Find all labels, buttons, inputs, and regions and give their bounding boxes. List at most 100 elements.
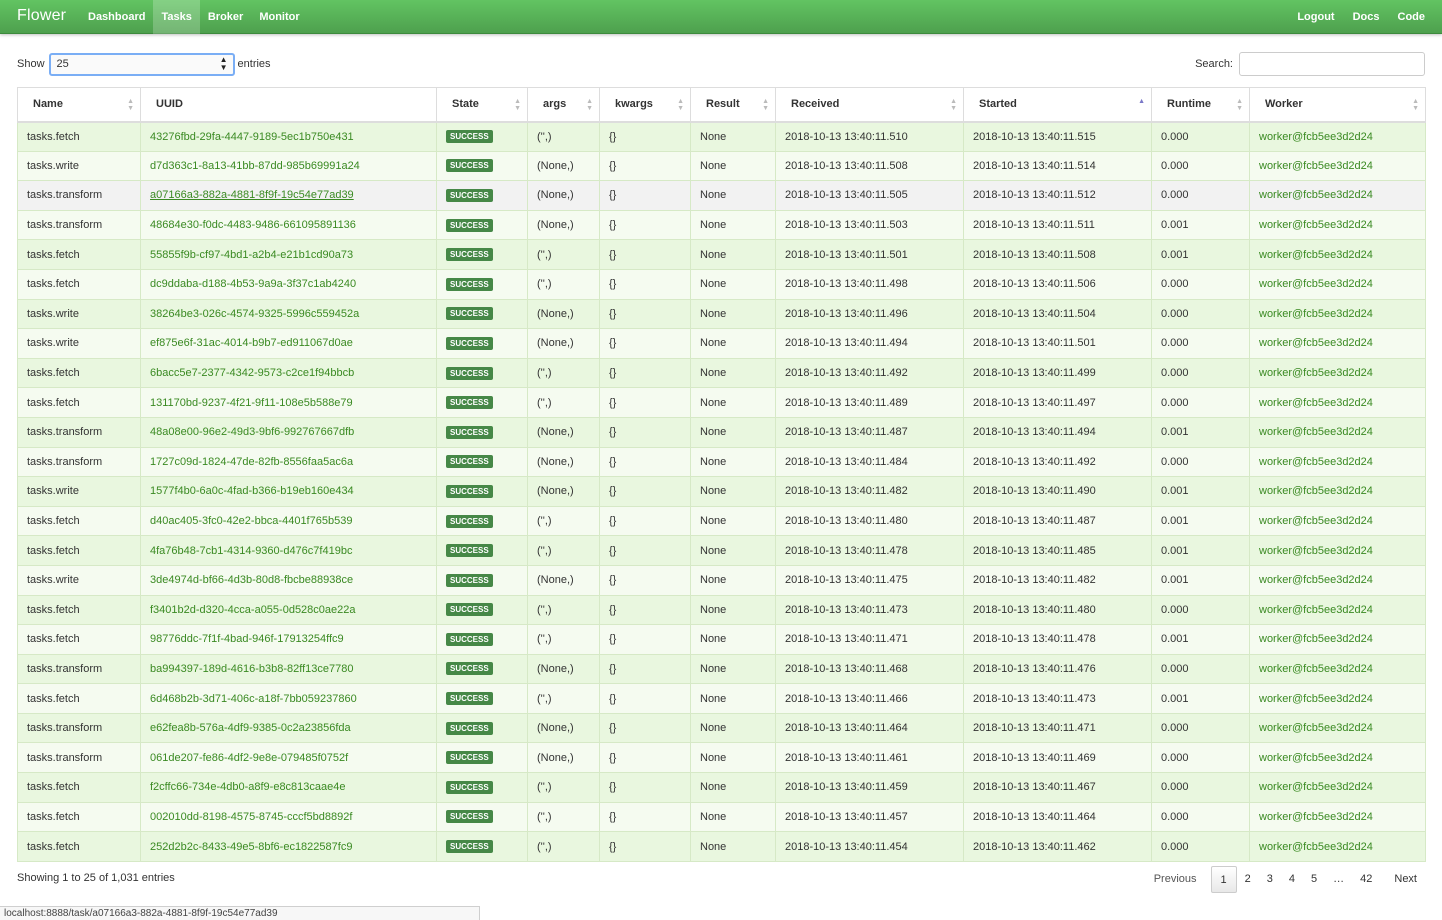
task-uuid-link[interactable]: f3401b2d-d320-4cca-a055-0d528c0ae22a <box>140 594 437 626</box>
search-input[interactable] <box>1239 52 1425 76</box>
table-row[interactable]: tasks.write ef875e6f-31ac-4014-b9b7-ed911… <box>17 328 1426 359</box>
task-uuid-link[interactable]: a07166a3-882a-4881-8f9f-19c54e77ad39 <box>140 180 437 211</box>
column-header-kwargs[interactable]: kwargs ▲ ▼ <box>599 87 691 123</box>
task-uuid-link[interactable]: 98776ddc-7f1f-4bad-946f-17913254ffc9 <box>140 624 437 655</box>
table-row[interactable]: tasks.transform 48684e30-f0dc-4483-9486-6… <box>17 209 1426 241</box>
table-row[interactable]: tasks.fetch 98776ddc-7f1f-4bad-946f-17913… <box>17 624 1426 655</box>
table-row[interactable]: tasks.fetch 131170bd-9237-4f21-9f11-108e5… <box>17 387 1426 418</box>
table-row[interactable]: tasks.transform e62fea8b-576a-4df9-9385-0… <box>17 712 1426 744</box>
task-worker-link[interactable]: worker@fcb5ee3d2d24 <box>1249 239 1426 270</box>
nav-docs[interactable]: Docs <box>1344 0 1389 34</box>
task-worker-link[interactable]: worker@fcb5ee3d2d24 <box>1249 268 1426 300</box>
task-worker-link[interactable]: worker@fcb5ee3d2d24 <box>1249 121 1426 152</box>
column-header-received[interactable]: Received ▲ ▼ <box>775 87 964 123</box>
table-row[interactable]: tasks.write d7d363c1-8a13-41bb-87dd-985b6… <box>17 150 1426 182</box>
table-row[interactable]: tasks.transform 061de207-fe86-4df2-9e8e-0… <box>17 742 1426 774</box>
task-uuid-link[interactable]: 48684e30-f0dc-4483-9486-661095891136 <box>140 209 437 241</box>
nav-tasks[interactable]: Tasks <box>153 0 200 34</box>
task-worker-link[interactable]: worker@fcb5ee3d2d24 <box>1249 742 1426 774</box>
task-worker-link[interactable]: worker@fcb5ee3d2d24 <box>1249 683 1426 714</box>
table-row[interactable]: tasks.write 3de4974d-bf66-4d3b-80d8-fbcbe… <box>17 564 1426 596</box>
task-worker-link[interactable]: worker@fcb5ee3d2d24 <box>1249 180 1426 211</box>
task-uuid-link[interactable]: 061de207-fe86-4df2-9e8e-079485f0752f <box>140 742 437 774</box>
pagination-next[interactable]: Next <box>1386 866 1425 893</box>
column-header-name[interactable]: Name ▲ ▼ <box>17 87 141 123</box>
task-uuid-link[interactable]: 43276fbd-29fa-4447-9189-5ec1b750e431 <box>140 121 437 152</box>
table-row[interactable]: tasks.fetch dc9ddaba-d188-4b53-9a9a-3f37c… <box>17 268 1426 300</box>
table-row[interactable]: tasks.write 38264be3-026c-4574-9325-5996c… <box>17 298 1426 330</box>
entries-per-page-select[interactable]: 25 ▲ ▼ <box>48 52 235 76</box>
table-row[interactable]: tasks.fetch 6d468b2b-3d71-406c-a18f-7bb05… <box>17 683 1426 714</box>
task-uuid-link[interactable]: 55855f9b-cf97-4bd1-a2b4-e21b1cd90a73 <box>140 239 437 270</box>
nav-monitor[interactable]: Monitor <box>251 0 307 34</box>
nav-code[interactable]: Code <box>1389 0 1435 34</box>
task-uuid-link[interactable]: ef875e6f-31ac-4014-b9b7-ed911067d0ae <box>140 328 437 359</box>
task-uuid-link[interactable]: 1727c09d-1824-47de-82fb-8556faa5ac6a <box>140 446 437 478</box>
table-row[interactable]: tasks.fetch 252d2b2c-8433-49e5-8bf6-ec182… <box>17 831 1426 862</box>
column-header-started[interactable]: Started ▲ <box>963 87 1152 123</box>
task-worker-link[interactable]: worker@fcb5ee3d2d24 <box>1249 801 1426 833</box>
task-worker-link[interactable]: worker@fcb5ee3d2d24 <box>1249 476 1426 507</box>
table-row[interactable]: tasks.transform a07166a3-882a-4881-8f9f-1… <box>17 180 1426 211</box>
task-uuid-link[interactable]: 3de4974d-bf66-4d3b-80d8-fbcbe88938ce <box>140 564 437 596</box>
task-worker-link[interactable]: worker@fcb5ee3d2d24 <box>1249 831 1426 862</box>
pagination-page-3[interactable]: 3 <box>1259 866 1281 893</box>
task-uuid-link[interactable]: 4fa76b48-7cb1-4314-9360-d476c7f419bc <box>140 535 437 566</box>
task-uuid-link[interactable]: d40ac405-3fc0-42e2-bbca-4401f765b539 <box>140 505 437 537</box>
task-uuid-link[interactable]: f2cffc66-734e-4db0-a8f9-e8c813caae4e <box>140 772 437 803</box>
table-row[interactable]: tasks.fetch f3401b2d-d320-4cca-a055-0d528… <box>17 594 1426 626</box>
task-uuid-link[interactable]: 002010dd-8198-4575-8745-cccf5bd8892f <box>140 801 437 833</box>
pagination-page-5[interactable]: 5 <box>1303 866 1325 893</box>
table-row[interactable]: tasks.transform 1727c09d-1824-47de-82fb-8… <box>17 446 1426 478</box>
task-uuid-link[interactable]: ba994397-189d-4616-b3b8-82ff13ce7780 <box>140 653 437 685</box>
nav-logout[interactable]: Logout <box>1288 0 1343 34</box>
task-uuid-link[interactable]: 6bacc5e7-2377-4342-9573-c2ce1f94bbcb <box>140 357 437 389</box>
task-worker-link[interactable]: worker@fcb5ee3d2d24 <box>1249 357 1426 389</box>
task-worker-link[interactable]: worker@fcb5ee3d2d24 <box>1249 772 1426 803</box>
task-worker-link[interactable]: worker@fcb5ee3d2d24 <box>1249 505 1426 537</box>
column-header-uuid[interactable]: UUID <box>140 87 437 123</box>
nav-broker[interactable]: Broker <box>200 0 251 34</box>
task-worker-link[interactable]: worker@fcb5ee3d2d24 <box>1249 653 1426 685</box>
pagination-previous[interactable]: Previous <box>1146 866 1205 893</box>
pagination-page-4[interactable]: 4 <box>1281 866 1303 893</box>
task-worker-link[interactable]: worker@fcb5ee3d2d24 <box>1249 328 1426 359</box>
column-header-worker[interactable]: Worker ▲ ▼ <box>1249 87 1426 123</box>
brand-logo[interactable]: Flower <box>17 7 66 25</box>
task-worker-link[interactable]: worker@fcb5ee3d2d24 <box>1249 387 1426 418</box>
task-uuid-link[interactable]: 38264be3-026c-4574-9325-5996c559452a <box>140 298 437 330</box>
task-worker-link[interactable]: worker@fcb5ee3d2d24 <box>1249 624 1426 655</box>
table-row[interactable]: tasks.transform 48a08e00-96e2-49d3-9bf6-9… <box>17 416 1426 448</box>
nav-dashboard[interactable]: Dashboard <box>80 0 153 34</box>
pagination-page-1[interactable]: 1 <box>1210 866 1237 893</box>
pagination-page-2[interactable]: 2 <box>1237 866 1259 893</box>
task-worker-link[interactable]: worker@fcb5ee3d2d24 <box>1249 209 1426 241</box>
task-uuid-link[interactable]: d7d363c1-8a13-41bb-87dd-985b69991a24 <box>140 150 437 182</box>
table-row[interactable]: tasks.fetch 43276fbd-29fa-4447-9189-5ec1b… <box>17 121 1426 152</box>
column-header-runtime[interactable]: Runtime ▲ ▼ <box>1151 87 1250 123</box>
task-worker-link[interactable]: worker@fcb5ee3d2d24 <box>1249 594 1426 626</box>
task-uuid-link[interactable]: 6d468b2b-3d71-406c-a18f-7bb059237860 <box>140 683 437 714</box>
task-worker-link[interactable]: worker@fcb5ee3d2d24 <box>1249 150 1426 182</box>
task-uuid-link[interactable]: 131170bd-9237-4f21-9f11-108e5b588e79 <box>140 387 437 418</box>
column-header-result[interactable]: Result ▲ ▼ <box>690 87 776 123</box>
task-uuid-link[interactable]: 1577f4b0-6a0c-4fad-b366-b19eb160e434 <box>140 476 437 507</box>
task-uuid-link[interactable]: 252d2b2c-8433-49e5-8bf6-ec1822587fc9 <box>140 831 437 862</box>
table-row[interactable]: tasks.fetch 4fa76b48-7cb1-4314-9360-d476c… <box>17 535 1426 566</box>
table-row[interactable]: tasks.transform ba994397-189d-4616-b3b8-8… <box>17 653 1426 685</box>
task-uuid-link[interactable]: dc9ddaba-d188-4b53-9a9a-3f37c1ab4240 <box>140 268 437 300</box>
table-row[interactable]: tasks.fetch 002010dd-8198-4575-8745-cccf5… <box>17 801 1426 833</box>
task-uuid-link[interactable]: 48a08e00-96e2-49d3-9bf6-992767667dfb <box>140 416 437 448</box>
task-worker-link[interactable]: worker@fcb5ee3d2d24 <box>1249 446 1426 478</box>
table-row[interactable]: tasks.write 1577f4b0-6a0c-4fad-b366-b19eb… <box>17 476 1426 507</box>
pagination-page-42[interactable]: 42 <box>1352 866 1380 893</box>
table-row[interactable]: tasks.fetch d40ac405-3fc0-42e2-bbca-4401f… <box>17 505 1426 537</box>
task-worker-link[interactable]: worker@fcb5ee3d2d24 <box>1249 416 1426 448</box>
table-row[interactable]: tasks.fetch f2cffc66-734e-4db0-a8f9-e8c81… <box>17 772 1426 803</box>
task-uuid-link[interactable]: e62fea8b-576a-4df9-9385-0c2a23856fda <box>140 712 437 744</box>
column-header-state[interactable]: State ▲ ▼ <box>436 87 528 123</box>
table-row[interactable]: tasks.fetch 6bacc5e7-2377-4342-9573-c2ce1… <box>17 357 1426 389</box>
task-worker-link[interactable]: worker@fcb5ee3d2d24 <box>1249 298 1426 330</box>
task-worker-link[interactable]: worker@fcb5ee3d2d24 <box>1249 535 1426 566</box>
table-row[interactable]: tasks.fetch 55855f9b-cf97-4bd1-a2b4-e21b1… <box>17 239 1426 270</box>
